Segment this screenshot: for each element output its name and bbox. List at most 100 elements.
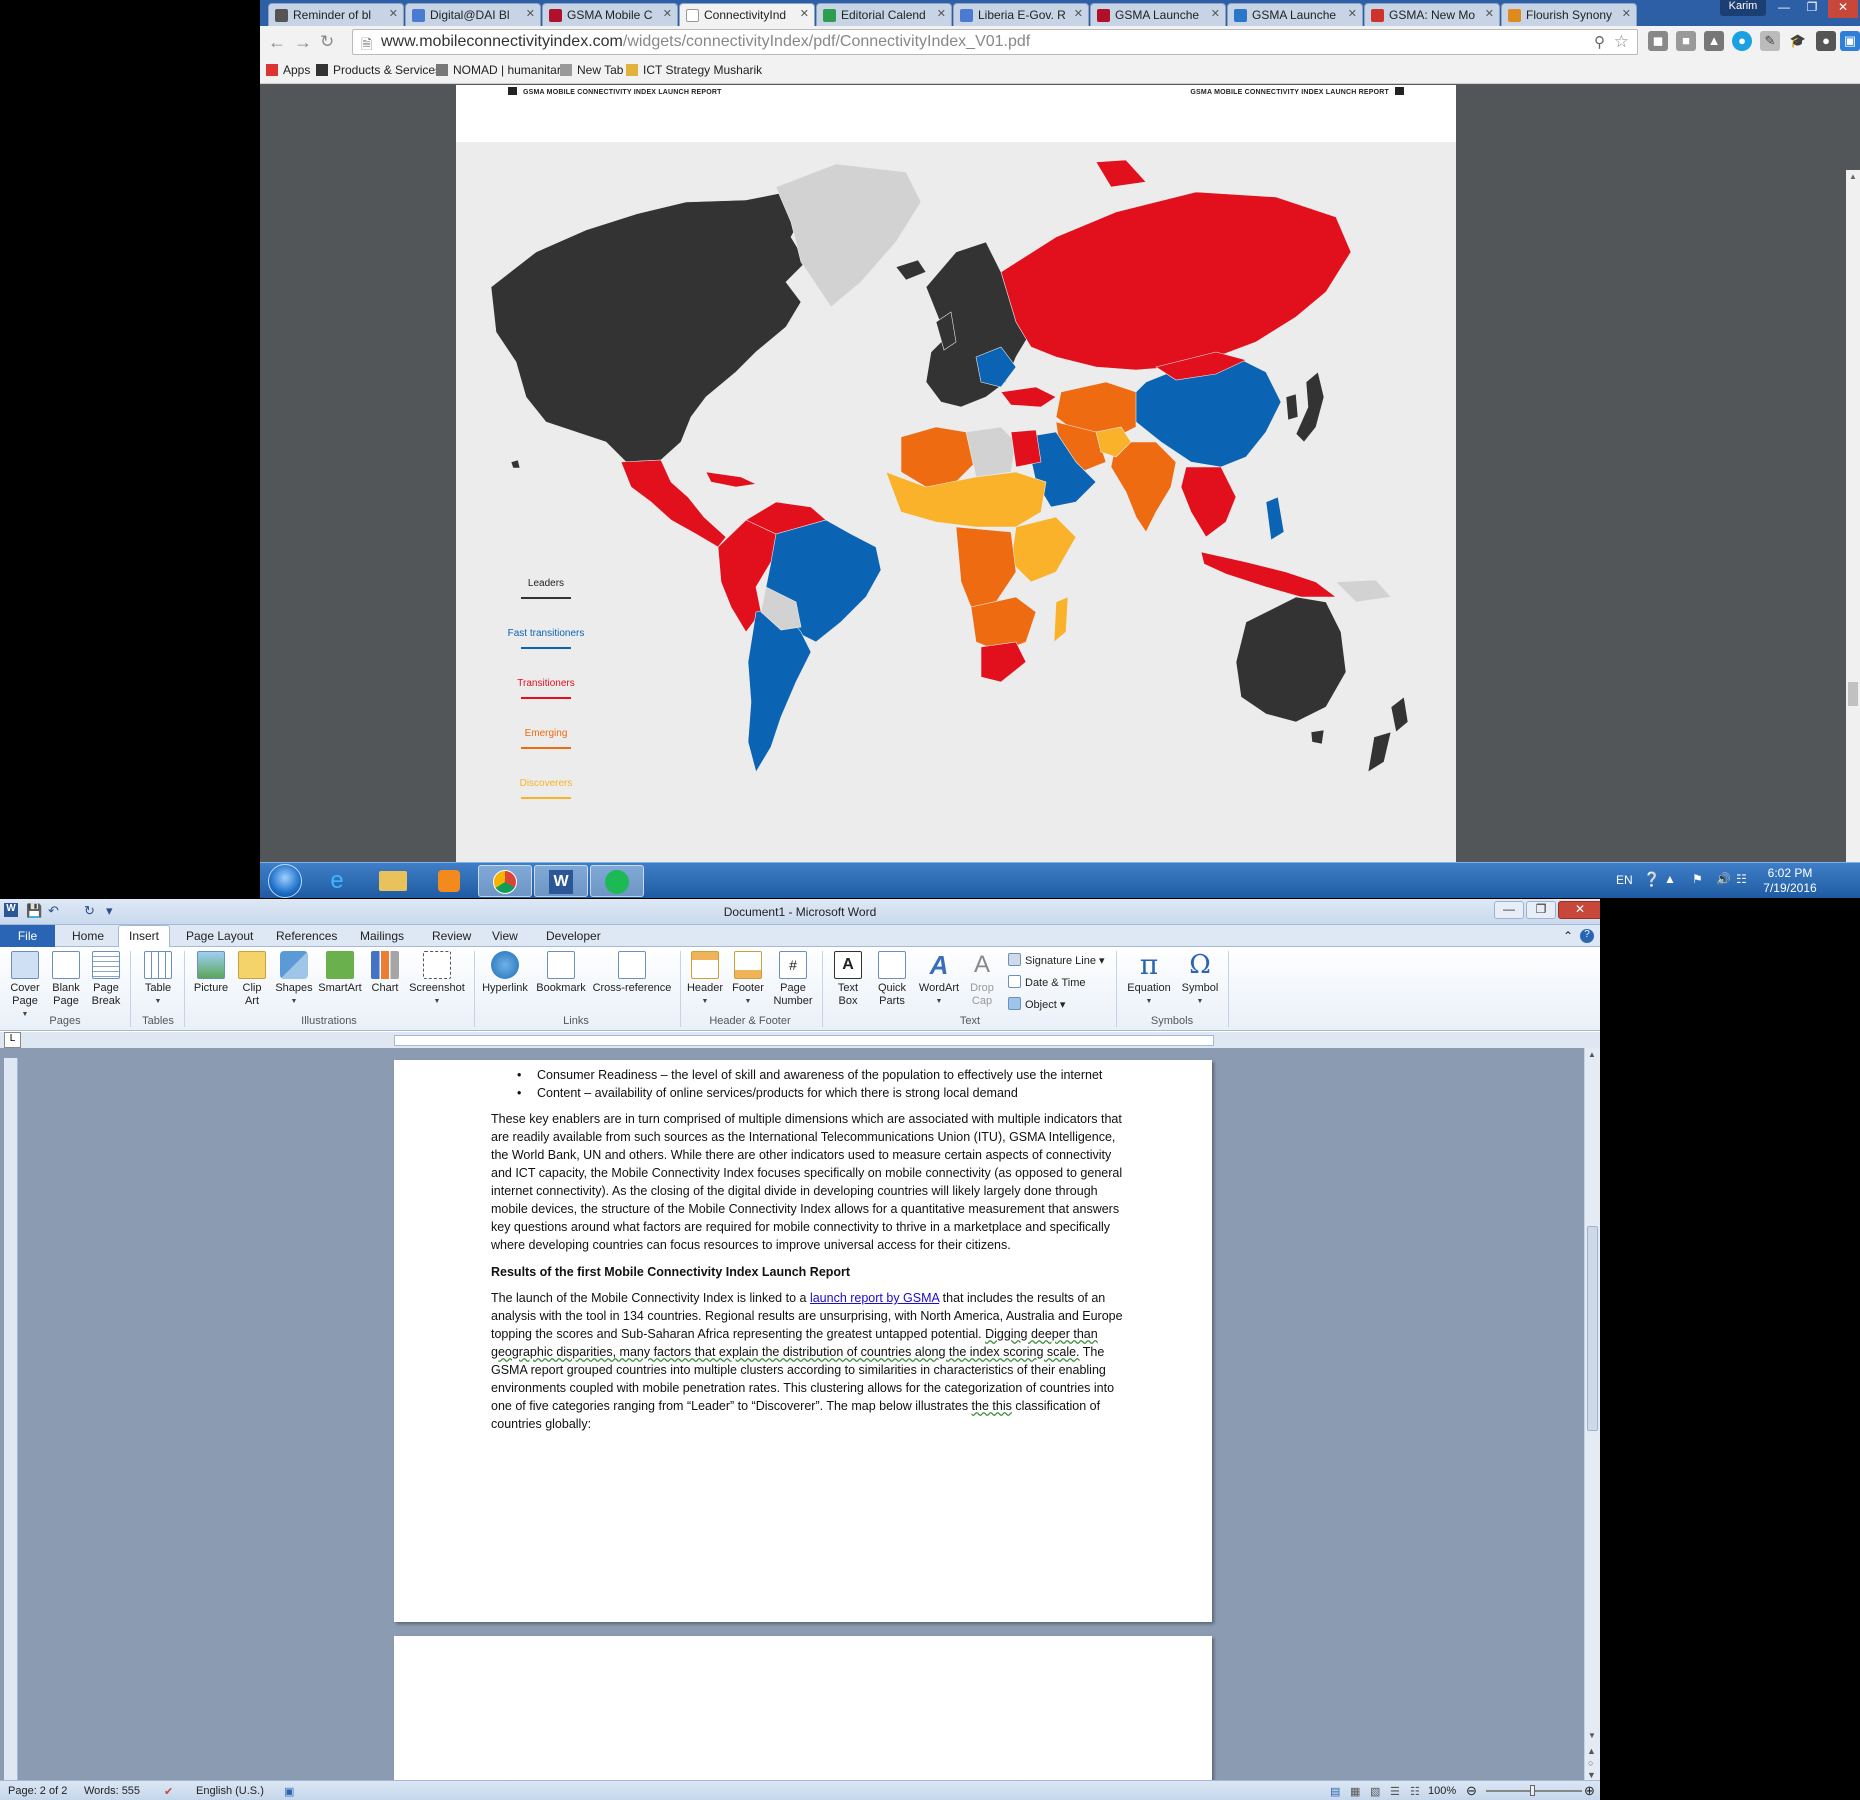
previous-page-icon[interactable]: ▲ <box>1587 1746 1596 1756</box>
footer-button[interactable]: Footer ▼ <box>728 951 768 1008</box>
scroll-up-icon[interactable]: ▲ <box>1849 172 1857 181</box>
ribbon-tab[interactable]: Review <box>432 929 471 943</box>
extension-icon[interactable]: ✎ <box>1760 31 1780 51</box>
tab-close-icon[interactable]: ✕ <box>526 7 535 20</box>
extension-icon[interactable]: ■ <box>1676 31 1696 51</box>
tab-selector[interactable]: L <box>4 1032 21 1048</box>
pdf-scrollbar[interactable]: ▲ ▼ <box>1846 170 1860 862</box>
cross-reference-button[interactable]: Cross-reference <box>590 951 674 995</box>
page-break-button[interactable]: Page Break <box>88 951 124 1008</box>
signature-line-button[interactable]: Signature Line ▾ <box>1008 953 1105 967</box>
date-time-button[interactable]: Date & Time <box>1008 975 1086 989</box>
internet-explorer-icon[interactable]: e <box>310 865 364 897</box>
clock-date[interactable]: 7/19/2016 <box>1760 881 1820 895</box>
browser-tab[interactable]: Liberia E-Gov. R ✕ <box>953 3 1089 26</box>
forward-icon[interactable]: → <box>294 32 312 53</box>
help-icon[interactable]: ? <box>1580 929 1594 943</box>
drop-cap-button[interactable]: A Drop Cap <box>964 951 1000 1008</box>
extension-icon[interactable]: ● <box>1816 31 1836 51</box>
document-page[interactable] <box>394 1636 1212 1786</box>
language-indicator[interactable]: EN <box>1616 873 1633 887</box>
word-count[interactable]: Words: 555 <box>84 1785 140 1797</box>
shapes-button[interactable]: Shapes ▼ <box>274 951 314 1008</box>
bookmark-item[interactable]: Products & Services <box>316 63 441 77</box>
tab-close-icon[interactable]: ✕ <box>800 7 809 20</box>
address-bar[interactable]: 🗎 www.mobileconnectivityindex.com/widget… <box>352 29 1638 55</box>
scroll-down-icon[interactable]: ▼ <box>1588 1731 1596 1740</box>
browser-tab[interactable]: GSMA: New Mo ✕ <box>1364 3 1500 26</box>
chrome-icon[interactable] <box>478 865 532 897</box>
tab-close-icon[interactable]: ✕ <box>663 7 672 20</box>
bookmark-item[interactable]: New Tab <box>560 63 623 77</box>
proofing-icon[interactable]: ✔ <box>164 1785 173 1798</box>
ribbon-tab[interactable]: Mailings <box>360 929 404 943</box>
extension-icon[interactable]: 🎓 <box>1788 31 1808 51</box>
zoom-level[interactable]: 100% <box>1428 1785 1456 1797</box>
extension-icon[interactable]: ● <box>1732 31 1752 51</box>
equation-button[interactable]: π Equation ▼ <box>1122 951 1176 1008</box>
wordart-button[interactable]: A WordArt ▼ <box>916 951 962 1008</box>
media-player-icon[interactable] <box>422 865 476 897</box>
browser-tab[interactable]: ConnectivityInd ✕ <box>679 3 815 26</box>
scroll-thumb[interactable] <box>1848 682 1858 706</box>
header-button[interactable]: Header ▼ <box>684 951 726 1008</box>
object-button[interactable]: Object ▾ <box>1008 997 1065 1011</box>
start-button[interactable] <box>268 864 302 898</box>
ribbon-tab[interactable]: View <box>492 929 518 943</box>
blank-page-button[interactable]: Blank Page <box>48 951 84 1008</box>
browser-tab[interactable]: Reminder of bl ✕ <box>268 3 404 26</box>
launch-report-link[interactable]: launch report by GSMA <box>810 1291 939 1305</box>
tab-close-icon[interactable]: ✕ <box>1622 7 1631 20</box>
ruler-scale[interactable] <box>394 1035 1214 1046</box>
hyperlink-button[interactable]: Hyperlink <box>478 951 532 995</box>
zoom-icon[interactable]: ⚲ <box>1594 33 1605 51</box>
help-icon[interactable]: ❔ <box>1643 871 1660 888</box>
screenshot-button[interactable]: Screenshot ▼ <box>406 951 468 1008</box>
page-count[interactable]: Page: 2 of 2 <box>8 1785 67 1797</box>
extension-icon[interactable]: ▣ <box>1840 31 1860 51</box>
minimize-icon[interactable]: — <box>1770 0 1798 18</box>
zoom-in-icon[interactable]: ⊕ <box>1584 1783 1595 1799</box>
chart-button[interactable]: Chart <box>366 951 404 995</box>
extension-icon[interactable]: ◼ <box>1648 31 1668 51</box>
clip-art-button[interactable]: Clip Art <box>236 951 268 1008</box>
ribbon-tab[interactable]: Home <box>72 929 104 943</box>
tab-close-icon[interactable]: ✕ <box>1348 7 1357 20</box>
full-screen-reading-icon[interactable]: ▦ <box>1350 1785 1360 1798</box>
smartart-button[interactable]: SmartArt <box>316 951 364 995</box>
language-status[interactable]: English (U.S.) <box>196 1785 264 1797</box>
reload-icon[interactable]: ↻ <box>320 32 334 52</box>
bookmark-item[interactable]: ICT Strategy Musharik <box>626 63 762 77</box>
macro-icon[interactable]: ▣ <box>284 1785 294 1798</box>
zoom-slider-thumb[interactable] <box>1530 1785 1535 1796</box>
tab-close-icon[interactable]: ✕ <box>1074 7 1083 20</box>
browser-tab[interactable]: Digital@DAI Bl ✕ <box>405 3 541 26</box>
bookmark-item[interactable]: Apps <box>266 63 310 77</box>
tray-arrow-icon[interactable]: ▲ <box>1664 872 1676 886</box>
maximize-icon[interactable]: ❐ <box>1798 0 1826 18</box>
word-minimize-icon[interactable]: — <box>1494 901 1524 919</box>
tab-close-icon[interactable]: ✕ <box>1485 7 1494 20</box>
next-page-icon[interactable]: ▼ <box>1587 1770 1596 1780</box>
clock-time[interactable]: 6:02 PM <box>1760 866 1820 880</box>
page-number-button[interactable]: # Page Number <box>770 951 816 1008</box>
draft-icon[interactable]: ☷ <box>1410 1785 1420 1798</box>
ribbon-tab[interactable]: References <box>276 929 337 943</box>
browser-tab[interactable]: Flourish Synony ✕ <box>1501 3 1637 26</box>
back-icon[interactable]: ← <box>268 32 286 53</box>
word-close-icon[interactable]: ✕ <box>1558 901 1600 919</box>
scroll-up-icon[interactable]: ▲ <box>1588 1050 1596 1059</box>
word-taskbar-icon[interactable]: W <box>534 865 588 897</box>
tab-close-icon[interactable]: ✕ <box>937 7 946 20</box>
close-icon[interactable]: ✕ <box>1828 0 1858 18</box>
document-body[interactable]: Consumer Readiness – the level of skill … <box>491 1066 1123 1433</box>
ribbon-tab[interactable]: Developer <box>546 929 601 943</box>
spotify-icon[interactable] <box>590 865 644 897</box>
web-layout-icon[interactable]: ▧ <box>1370 1785 1380 1798</box>
flag-icon[interactable]: ⚑ <box>1692 872 1703 886</box>
bookmark-star-icon[interactable]: ☆ <box>1614 32 1629 52</box>
outline-icon[interactable]: ☰ <box>1390 1785 1400 1798</box>
profile-button[interactable]: Karim <box>1720 0 1766 16</box>
cover-page-button[interactable]: Cover Page ▼ <box>6 951 44 1021</box>
word-scrollbar[interactable]: ▲ ▼ ▲ ○ ▼ <box>1584 1048 1600 1780</box>
